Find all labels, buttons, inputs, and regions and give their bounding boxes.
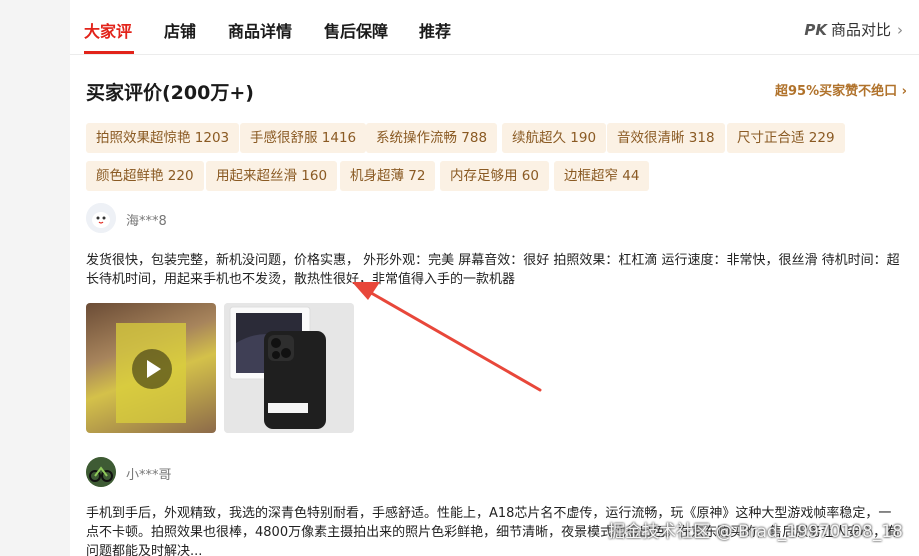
- pk-icon: PK: [804, 21, 827, 39]
- section-title: 买家评价(200万+): [86, 82, 254, 104]
- avatar: [86, 203, 116, 233]
- phone-box-image: [224, 303, 354, 433]
- review-tag[interactable]: 尺寸正合适 229: [727, 123, 845, 153]
- active-tab-indicator: [84, 51, 134, 54]
- review-image-thumbnail[interactable]: [224, 303, 354, 433]
- praise-link[interactable]: 超95%买家赞不绝口 ›: [775, 80, 907, 99]
- review-tag[interactable]: 拍照效果超惊艳 1203: [86, 123, 240, 153]
- review-username: 海***8: [126, 214, 167, 229]
- review-video-thumbnail[interactable]: [86, 303, 216, 433]
- review-tag[interactable]: 颜色超鲜艳 220: [86, 161, 204, 191]
- review-username: 小***哥: [126, 468, 172, 483]
- review-tag[interactable]: 系统操作流畅 788: [366, 123, 498, 153]
- review-tag[interactable]: 音效很清晰 318: [607, 123, 725, 153]
- tab-recommend[interactable]: 推荐: [419, 18, 451, 42]
- product-page-card: 大家评 店铺 商品详情 售后保障 推荐 PK 商品对比 › 买家评价(200万+) …: [70, 0, 919, 556]
- play-icon[interactable]: [132, 349, 172, 389]
- review-tag[interactable]: 内存足够用 60: [440, 161, 549, 191]
- compare-label: 商品对比: [830, 21, 891, 39]
- tab-product-details[interactable]: 商品详情: [228, 18, 292, 42]
- tab-after-sales[interactable]: 售后保障: [324, 18, 388, 42]
- review-tag[interactable]: 机身超薄 72: [340, 161, 436, 191]
- tab-reviews[interactable]: 大家评: [84, 18, 132, 42]
- review-tag[interactable]: 边框超窄 44: [554, 161, 650, 191]
- review-tag[interactable]: 续航超久 190: [502, 123, 607, 153]
- compare-button[interactable]: PK 商品对比 ›: [804, 19, 903, 40]
- tab-bar: 大家评 店铺 商品详情 售后保障 推荐 PK 商品对比 ›: [70, 0, 919, 55]
- avatar-icon: [86, 457, 116, 487]
- chevron-right-icon: ›: [897, 21, 903, 39]
- watermark: 掘金技术社区 @ Brad_19970108_18: [608, 522, 903, 542]
- review-text: 发货很快，包装完整，新机没问题，价格实惠， 外形外观：完美 屏幕音效：很好 拍照…: [86, 253, 900, 287]
- review-tag[interactable]: 用起来超丝滑 160: [206, 161, 338, 191]
- avatar: [86, 457, 116, 487]
- avatar-icon: [86, 203, 116, 233]
- tab-store[interactable]: 店铺: [164, 18, 196, 42]
- review-tag[interactable]: 手感很舒服 1416: [240, 123, 367, 153]
